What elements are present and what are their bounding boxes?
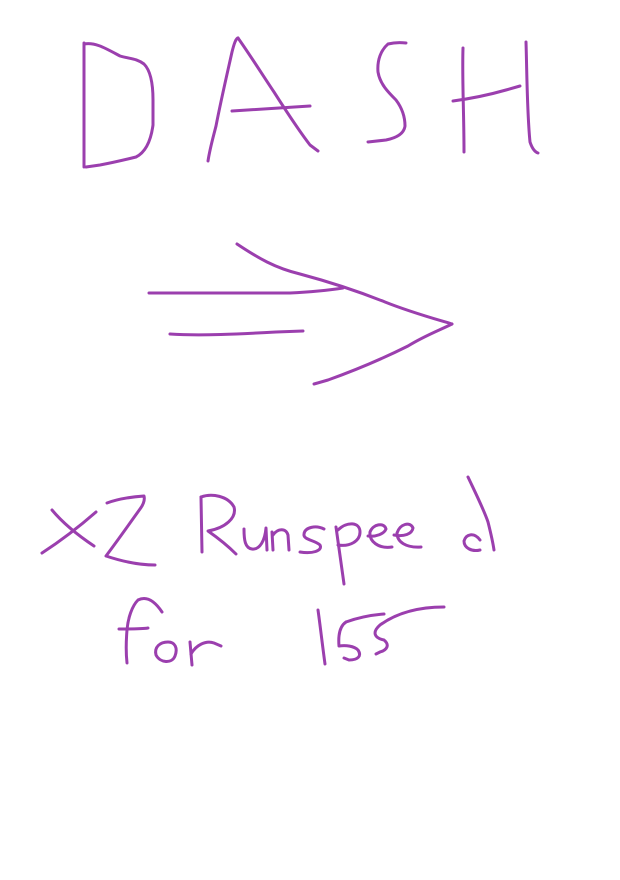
handwriting-layer — [40, 36, 540, 667]
card-title — [82, 36, 540, 169]
glyph-x — [40, 508, 98, 555]
glyph-r2 — [188, 640, 223, 667]
glyph-1 — [316, 608, 327, 666]
effect-line1 — [40, 475, 496, 586]
glyph-s — [298, 525, 326, 555]
letter-a — [206, 36, 320, 163]
glyph-p — [334, 522, 362, 586]
glyph-d — [462, 475, 496, 552]
glyph-r — [199, 493, 238, 556]
glyph-u — [242, 526, 269, 552]
glyph-o — [154, 640, 178, 663]
glyph-2 — [104, 494, 157, 567]
right-arrow-icon — [147, 242, 454, 386]
letter-h — [451, 40, 540, 155]
letter-s — [366, 41, 408, 144]
glyph-e2 — [392, 522, 423, 549]
effect-line2 — [117, 597, 446, 667]
drawing-canvas: DASH x2 Runspeed for 15s — [0, 0, 620, 880]
glyph-e1 — [366, 523, 394, 549]
letter-d — [82, 41, 155, 169]
glyph-n — [270, 528, 291, 552]
